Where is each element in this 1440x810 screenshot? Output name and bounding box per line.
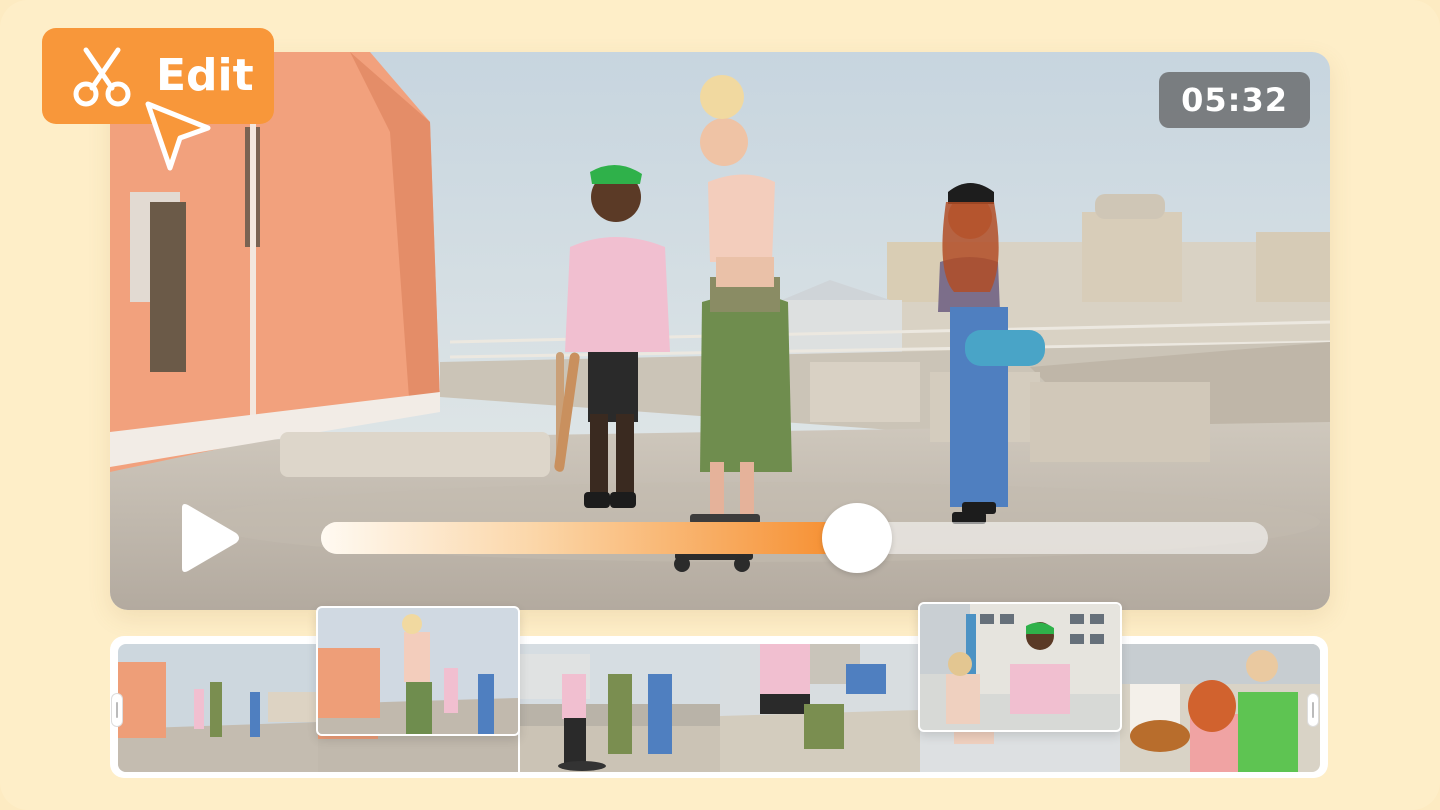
progress-handle[interactable]	[822, 503, 892, 573]
progress-fill	[321, 522, 857, 554]
video-preview[interactable]: 05:32	[110, 52, 1330, 610]
filmstrip[interactable]	[110, 602, 1328, 778]
filmstrip-frame-selected[interactable]	[918, 602, 1122, 732]
filmstrip-frames	[118, 644, 1320, 772]
trim-handle-right[interactable]	[1308, 694, 1318, 726]
filmstrip-frame[interactable]	[720, 644, 920, 772]
timestamp-badge: 05:32	[1159, 72, 1310, 128]
play-button[interactable]	[176, 502, 242, 574]
editor-canvas: 05:32 Edit	[0, 0, 1440, 810]
filmstrip-frame[interactable]	[118, 644, 318, 772]
filmstrip-frame[interactable]	[1120, 644, 1320, 772]
filmstrip-frame-selected[interactable]	[316, 606, 520, 736]
edit-label: Edit	[156, 50, 254, 101]
play-icon	[182, 504, 239, 572]
trim-handle-left[interactable]	[112, 694, 122, 726]
filmstrip-frame[interactable]	[520, 644, 720, 772]
scissors-icon	[73, 47, 131, 107]
progress-track[interactable]	[321, 503, 1268, 573]
pointer-cursor-icon	[145, 101, 211, 171]
